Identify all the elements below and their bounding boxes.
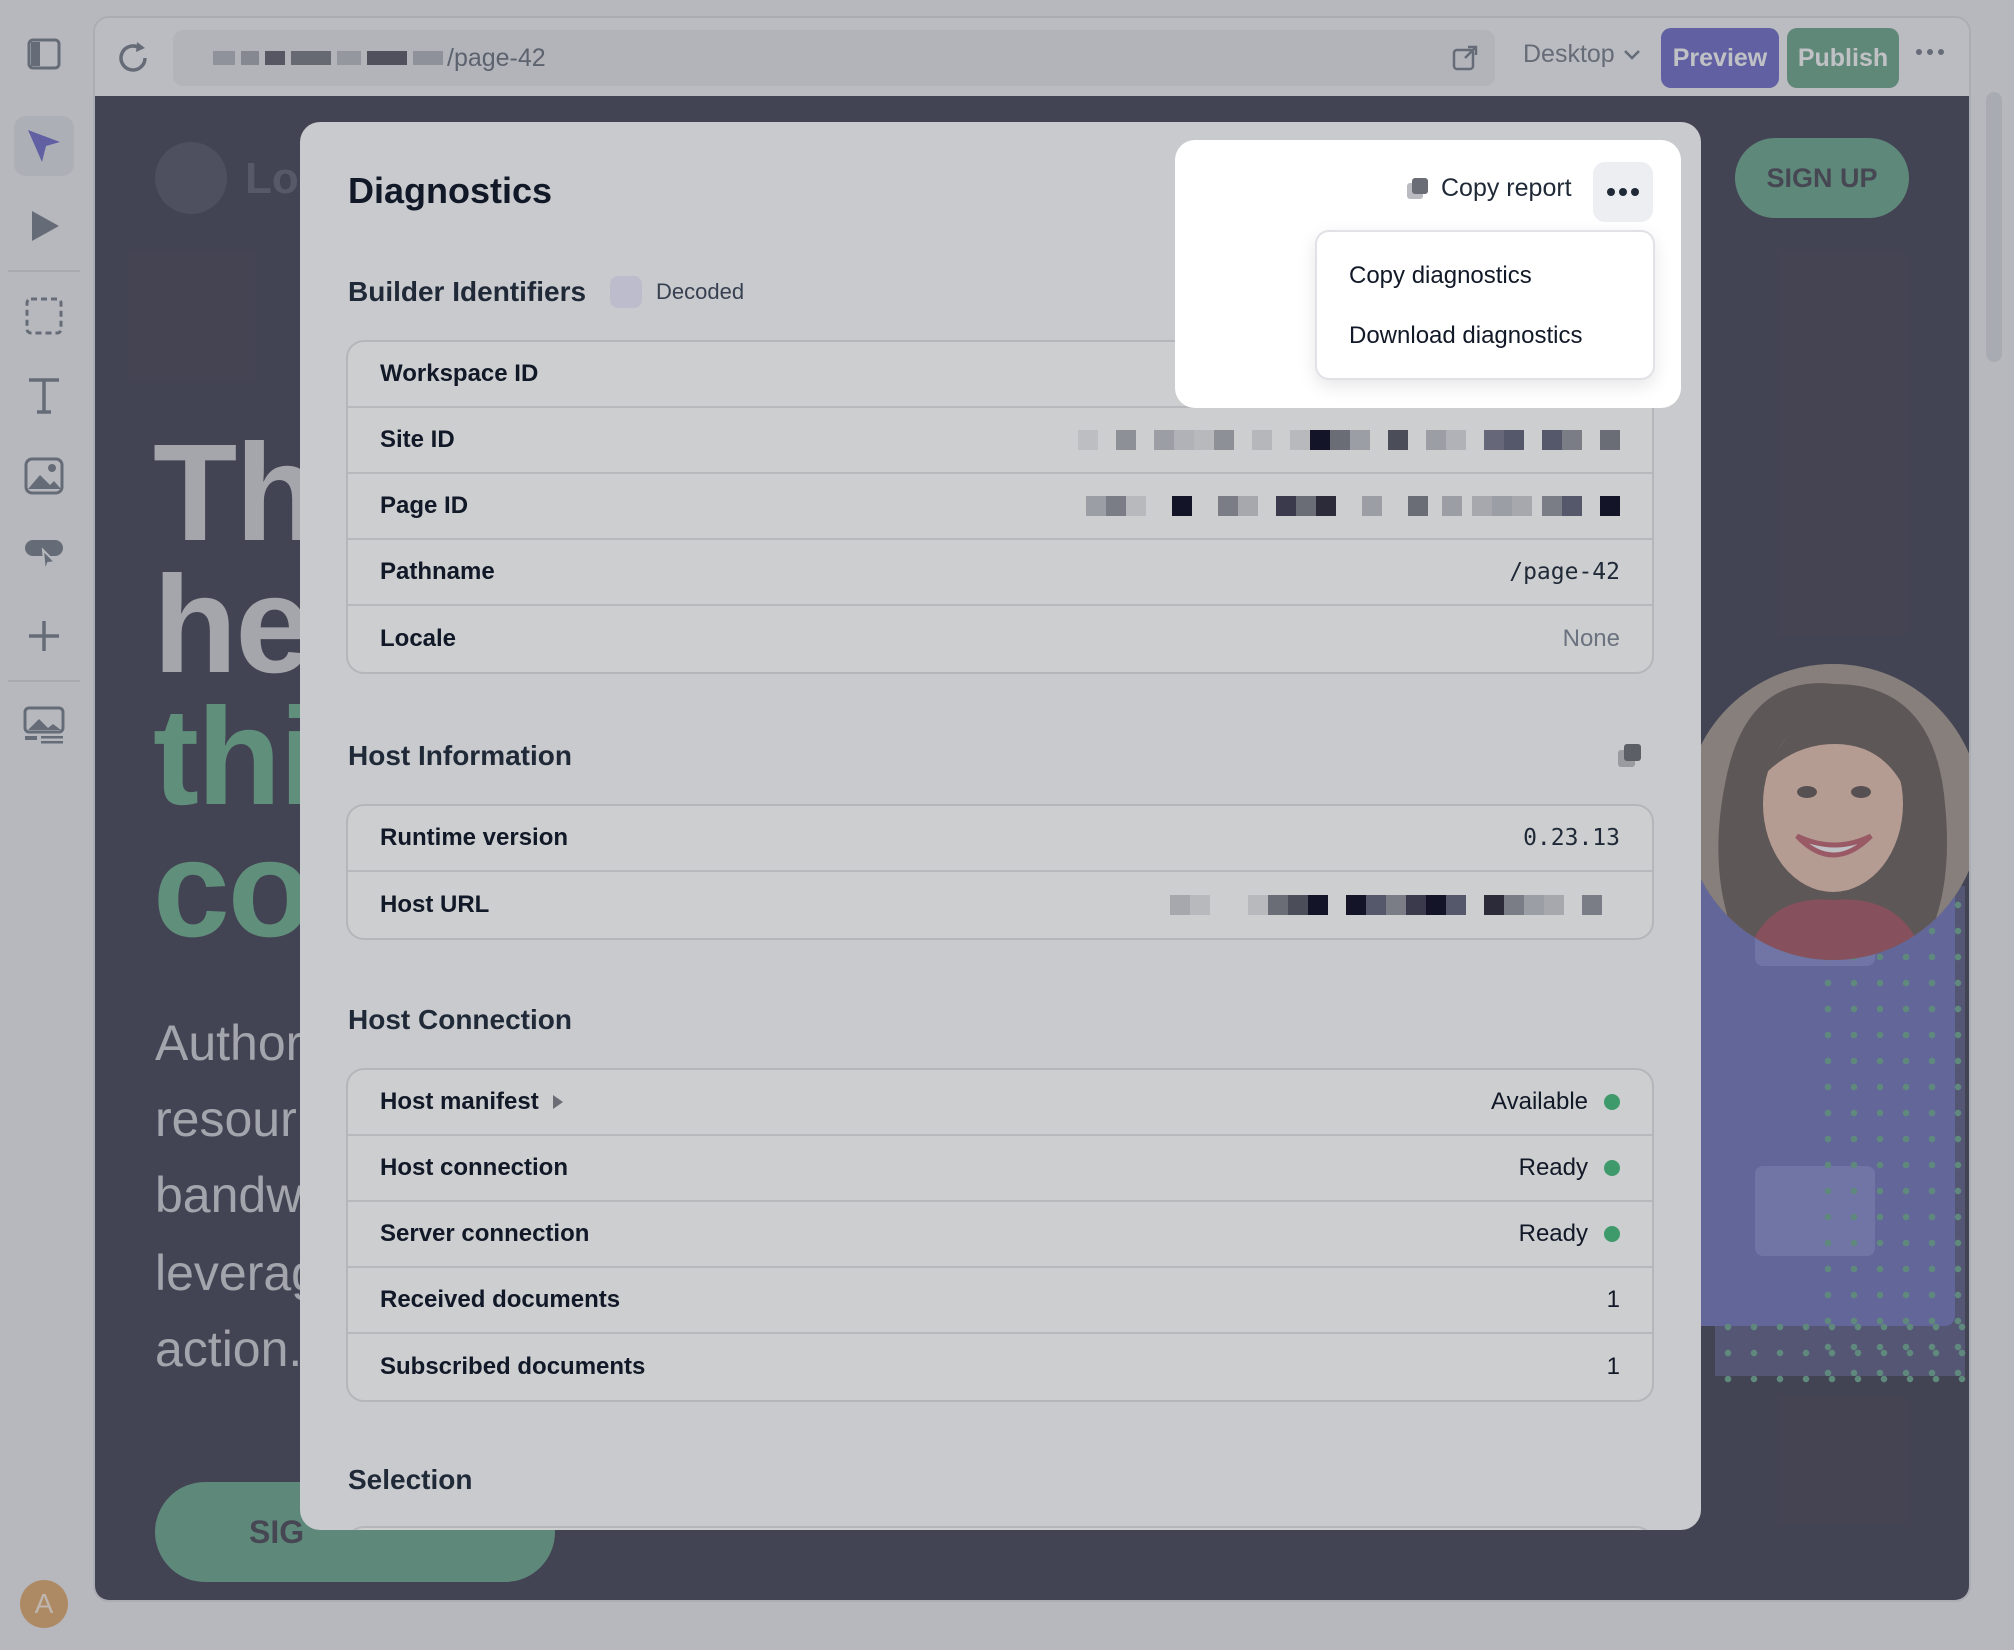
table-row: Runtime version 0.23.13 [348,806,1652,872]
row-label[interactable]: Host manifest [380,1088,565,1116]
locale-value: None [1562,625,1620,652]
status-text: Ready [1518,1154,1588,1181]
more-options-menu: Copy diagnostics Download diagnostics [1315,230,1655,380]
count-value: 1 [1606,1353,1620,1380]
table-row: Pathname /page-42 [348,540,1652,606]
host-information-table: Runtime version 0.23.13 Host URL [346,804,1654,940]
redacted-host-url [1170,895,1620,915]
caret-right-icon[interactable] [551,1093,565,1111]
status-dot-icon [1604,1160,1620,1176]
runtime-version-value: 0.23.13 [1523,825,1620,851]
copy-icon [1618,744,1641,767]
redacted-site-id [1078,430,1620,450]
copy-host-info-button[interactable] [1616,742,1644,775]
row-label: Pathname [380,558,495,585]
table-row: Site ID [348,408,1652,474]
count-value: 1 [1606,1286,1620,1313]
status-value: Ready [1519,1220,1620,1248]
section-title-host-connection: Host Connection [348,1004,572,1035]
more-horizontal-icon [1607,188,1639,196]
status-dot-icon [1604,1094,1620,1110]
table-row: Locale None [348,606,1652,672]
decoded-toggle[interactable]: Decoded [610,276,744,308]
table-row: Host URL [348,872,1652,938]
host-manifest-label: Host manifest [380,1088,539,1115]
table-row: Received documents 1 [348,1268,1652,1334]
section-title-host-information: Host Information [348,740,572,771]
report-actions-popover: Copy report Copy diagnostics Download di… [1175,140,1681,408]
row-label: Page ID [380,492,469,519]
status-value: Ready [1519,1154,1620,1182]
row-label: Server connection [380,1220,590,1247]
table-row: Server connection Ready [348,1202,1652,1268]
copy-icon [1407,177,1428,199]
modal-title: Diagnostics [348,170,553,211]
status-dot-icon [1604,1226,1620,1242]
row-label: Received documents [380,1286,621,1313]
row-label: Site ID [380,426,455,453]
redacted-page-id [1086,496,1620,516]
copy-report-label: Copy report [1441,174,1572,202]
table-row[interactable]: Host manifest Available [348,1070,1652,1136]
status-text: Available [1491,1088,1588,1115]
section-title-builder-identifiers: Builder Identifiers [348,276,587,307]
status-value: Available [1491,1088,1620,1116]
status-text: Ready [1518,1220,1588,1247]
row-label: Host URL [380,891,490,918]
pathname-value: /page-42 [1509,559,1620,585]
row-label: Locale [380,625,457,652]
menu-item-copy-diagnostics[interactable]: Copy diagnostics [1349,262,1532,290]
row-label: Host connection [380,1154,569,1181]
menu-item-download-diagnostics[interactable]: Download diagnostics [1349,322,1582,350]
row-label: Runtime version [380,824,569,851]
more-options-button[interactable] [1593,162,1653,222]
table-row: Host connection Ready [348,1136,1652,1202]
host-connection-table: Host manifest Available Host connection … [346,1068,1654,1402]
row-label: Subscribed documents [380,1353,646,1380]
row-label: Workspace ID [380,360,539,387]
copy-report-button[interactable]: Copy report [1405,174,1572,203]
decoded-label: Decoded [656,279,745,304]
selection-table [346,1526,1654,1530]
decoded-checkbox[interactable] [610,276,642,308]
table-row: Subscribed documents 1 [348,1334,1652,1400]
section-title-selection: Selection [348,1464,473,1495]
table-row: Page ID [348,474,1652,540]
